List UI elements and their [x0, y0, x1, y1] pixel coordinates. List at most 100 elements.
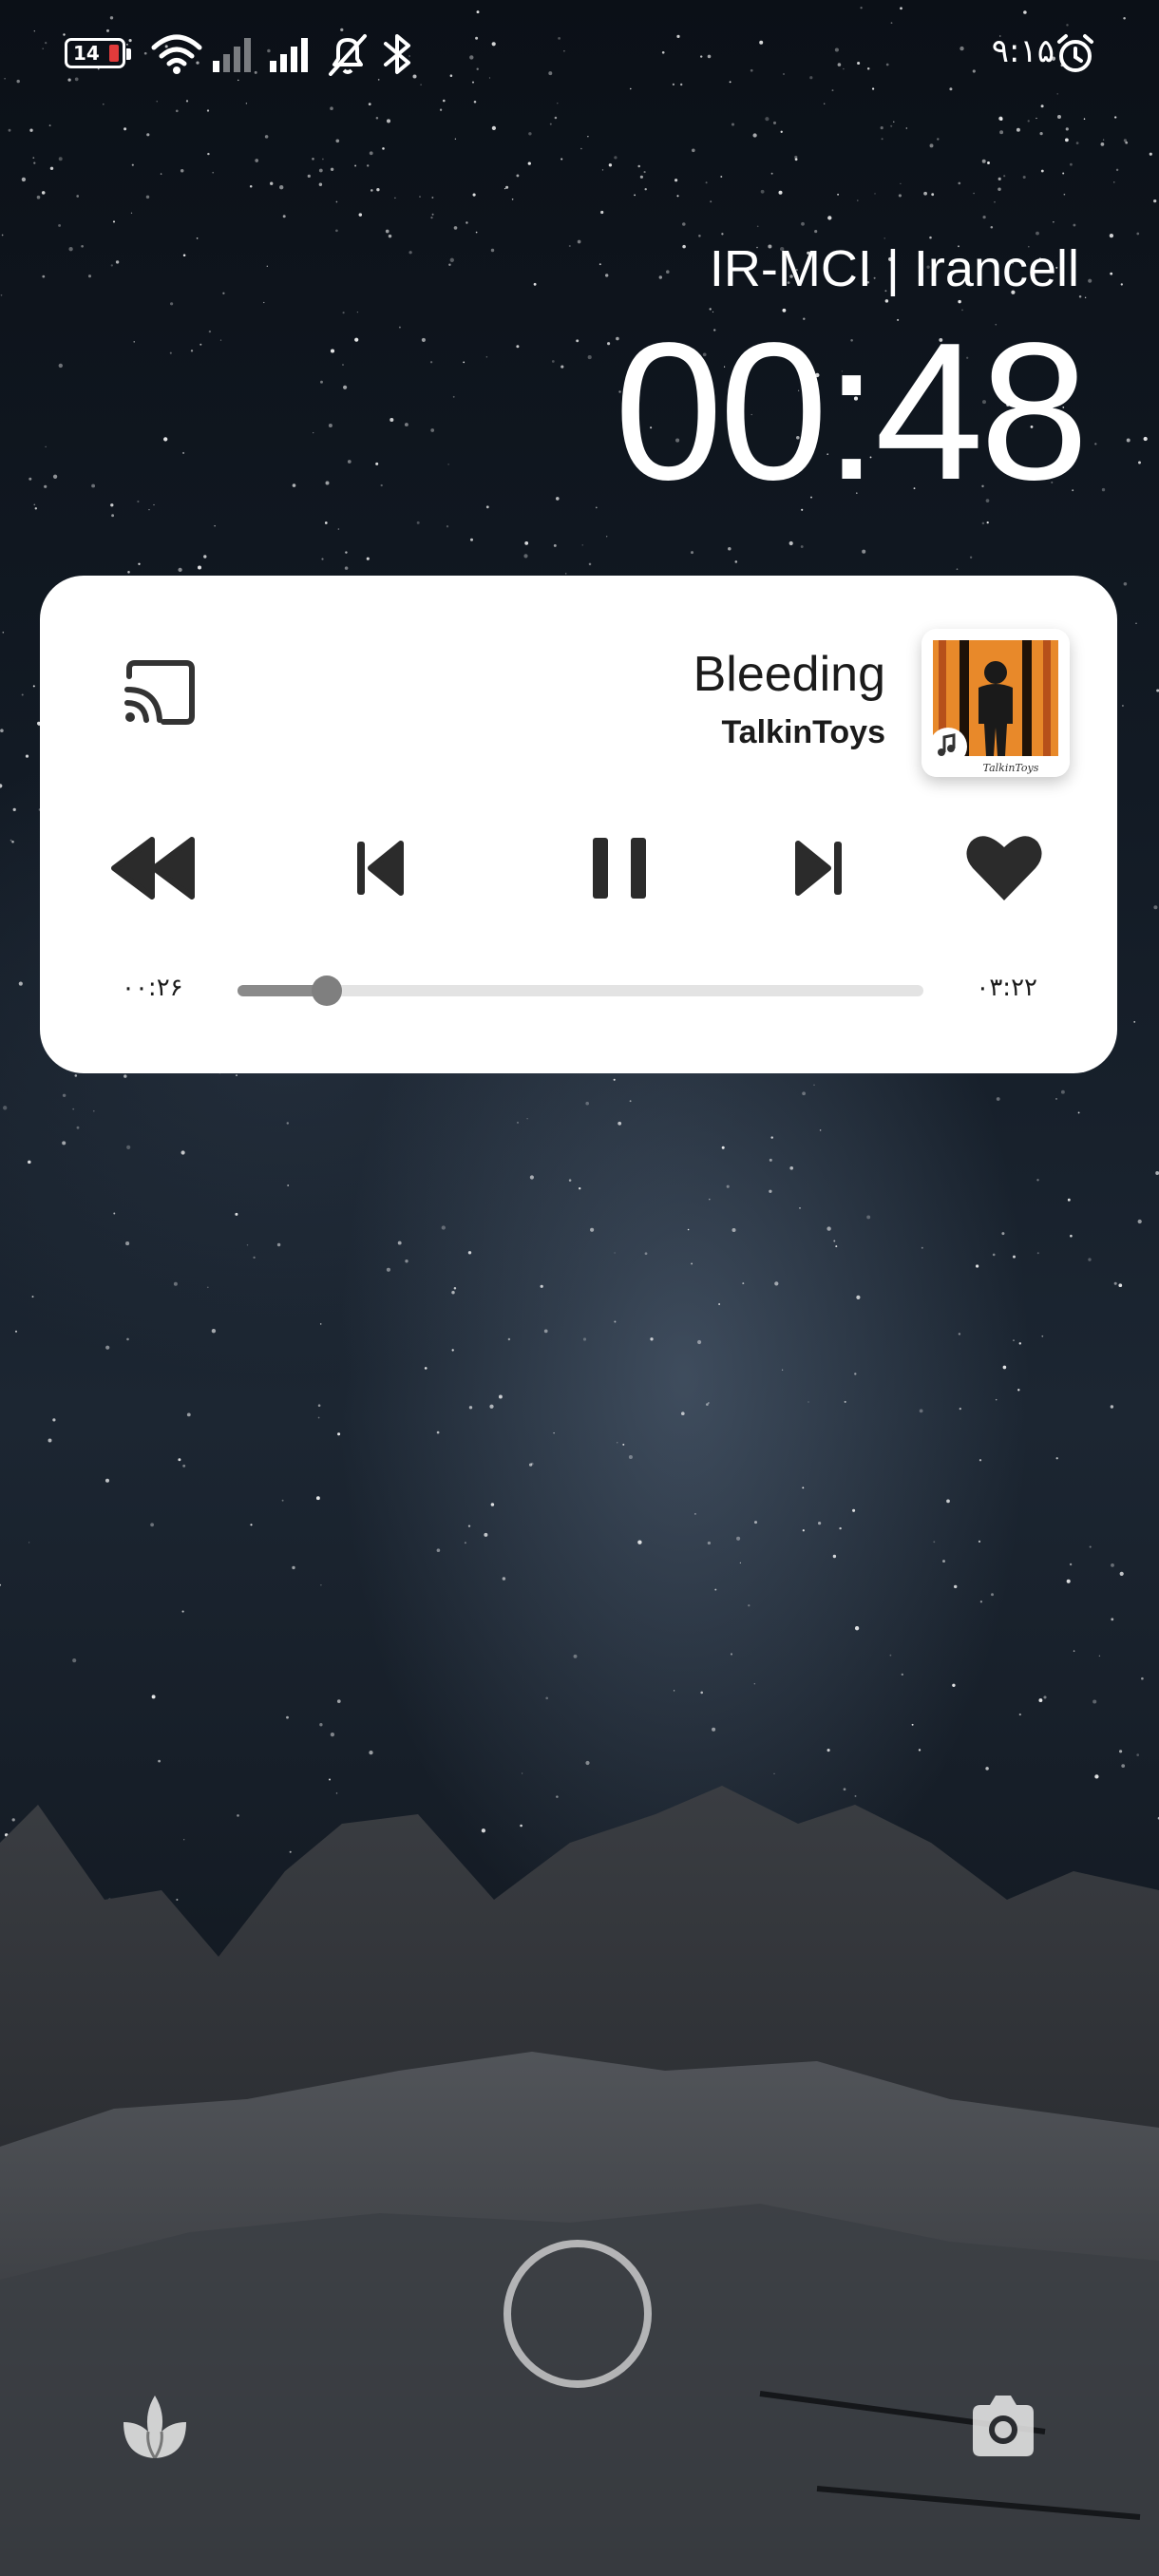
star	[1088, 278, 1092, 283]
star	[342, 364, 344, 366]
star	[485, 356, 488, 358]
star	[880, 126, 884, 130]
star	[74, 1074, 78, 1077]
star	[151, 1695, 156, 1699]
star	[587, 355, 592, 360]
star	[318, 168, 323, 173]
star	[110, 503, 114, 507]
signal-full-icon	[270, 38, 308, 72]
star	[181, 1610, 184, 1613]
star	[264, 135, 269, 139]
star	[874, 193, 876, 195]
cast-icon[interactable]	[122, 659, 198, 726]
star	[190, 350, 194, 352]
star	[467, 1251, 472, 1255]
star	[1089, 1545, 1092, 1548]
album-art[interactable]: TalkinToys	[922, 629, 1070, 777]
star	[643, 171, 646, 174]
star	[207, 152, 210, 156]
star	[318, 182, 323, 187]
star	[726, 1184, 730, 1188]
star	[900, 182, 902, 185]
seek-bar[interactable]	[238, 975, 923, 1006]
star	[1053, 221, 1054, 223]
star	[528, 132, 532, 136]
star	[590, 1227, 595, 1232]
star	[637, 164, 640, 168]
star	[446, 525, 449, 528]
star	[335, 139, 340, 143]
star	[404, 423, 408, 426]
star	[545, 1696, 549, 1700]
star	[608, 163, 613, 167]
star	[598, 263, 601, 266]
star	[975, 1264, 979, 1268]
skip-next-icon[interactable]	[790, 830, 847, 906]
star	[370, 189, 373, 192]
star	[169, 351, 172, 354]
star	[41, 191, 46, 195]
media-player-card[interactable]: Bleeding TalkinToys TalkinToys ۰۰:۲۶ ۰۳:…	[40, 576, 1117, 1073]
star	[449, 257, 454, 262]
heart-icon[interactable]	[963, 830, 1045, 906]
star	[929, 143, 934, 148]
star	[250, 1524, 253, 1526]
star	[424, 1367, 428, 1370]
star	[921, 1246, 923, 1249]
star	[198, 565, 201, 570]
star	[34, 507, 38, 510]
star	[639, 175, 643, 179]
star	[62, 1141, 66, 1146]
star	[146, 133, 150, 137]
star	[485, 505, 489, 509]
star	[287, 1184, 290, 1186]
unlock-ring[interactable]	[504, 2240, 652, 2388]
bell-muted-icon	[329, 34, 367, 76]
star	[819, 1129, 822, 1131]
star	[752, 133, 757, 138]
star	[31, 1296, 34, 1298]
star	[946, 1499, 950, 1504]
star	[644, 1252, 648, 1256]
star	[753, 1521, 758, 1525]
rewind-icon[interactable]	[108, 830, 200, 906]
star	[255, 159, 259, 162]
star	[131, 163, 134, 166]
star	[324, 521, 328, 524]
star	[674, 179, 678, 182]
star	[526, 1118, 528, 1120]
star	[697, 1339, 702, 1345]
star	[344, 566, 349, 570]
star	[394, 197, 396, 199]
star	[1094, 443, 1097, 445]
star	[1094, 1774, 1099, 1779]
star	[354, 164, 357, 167]
star	[330, 1732, 335, 1737]
star	[978, 1540, 981, 1544]
star	[1155, 1171, 1159, 1175]
star	[568, 244, 571, 248]
star	[178, 567, 182, 573]
star	[72, 1658, 77, 1663]
camera-icon[interactable]	[965, 2390, 1041, 2464]
star	[104, 1478, 110, 1483]
seek-bar-thumb[interactable]	[311, 975, 342, 1006]
star	[1083, 118, 1086, 120]
star	[45, 445, 47, 447]
star	[337, 528, 340, 530]
star	[637, 1540, 642, 1544]
star	[730, 1653, 733, 1656]
pause-icon[interactable]	[585, 830, 654, 906]
star	[42, 275, 46, 278]
star	[1055, 1098, 1057, 1100]
star	[175, 109, 179, 113]
skip-previous-icon[interactable]	[352, 830, 408, 906]
flower-icon[interactable]	[118, 2390, 192, 2464]
star	[770, 1136, 773, 1139]
carrier-name: IR-MCI | Irancell	[709, 240, 1079, 297]
star	[969, 556, 973, 559]
star	[1043, 1695, 1047, 1699]
star	[206, 109, 210, 112]
star	[1075, 142, 1079, 144]
star	[0, 784, 3, 788]
